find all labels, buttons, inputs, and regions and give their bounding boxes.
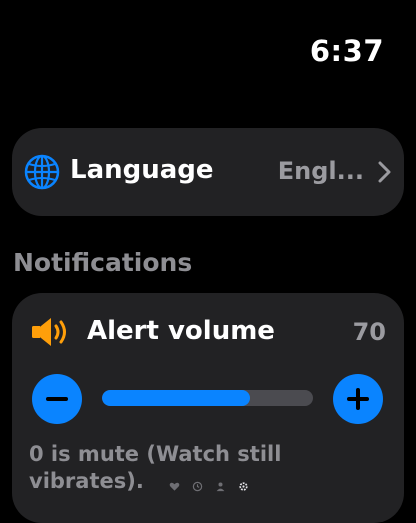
alert-volume-value: 70 bbox=[352, 318, 386, 346]
increase-volume-button[interactable] bbox=[333, 374, 383, 424]
heart-icon bbox=[169, 482, 180, 491]
alert-volume-card: Alert volume 70 0 is mute (Watch still v… bbox=[12, 293, 404, 523]
page-indicator bbox=[169, 481, 249, 492]
person-icon bbox=[216, 482, 225, 492]
alert-volume-label: Alert volume bbox=[87, 316, 275, 346]
chevron-right-icon bbox=[378, 161, 391, 183]
volume-slider[interactable] bbox=[102, 390, 313, 406]
decrease-volume-button[interactable] bbox=[32, 374, 82, 424]
clock-icon bbox=[192, 481, 203, 492]
language-row[interactable]: Language Engl... bbox=[12, 128, 404, 216]
minus-icon bbox=[46, 397, 68, 401]
volume-slider-fill bbox=[102, 390, 250, 406]
plus-icon bbox=[347, 388, 369, 410]
language-value: Engl... bbox=[277, 157, 364, 185]
speaker-icon bbox=[32, 318, 66, 346]
settings-icon bbox=[239, 482, 248, 491]
notifications-section-title: Notifications bbox=[13, 248, 193, 277]
globe-icon bbox=[24, 154, 60, 190]
status-time: 6:37 bbox=[309, 34, 384, 68]
language-label: Language bbox=[70, 155, 214, 185]
